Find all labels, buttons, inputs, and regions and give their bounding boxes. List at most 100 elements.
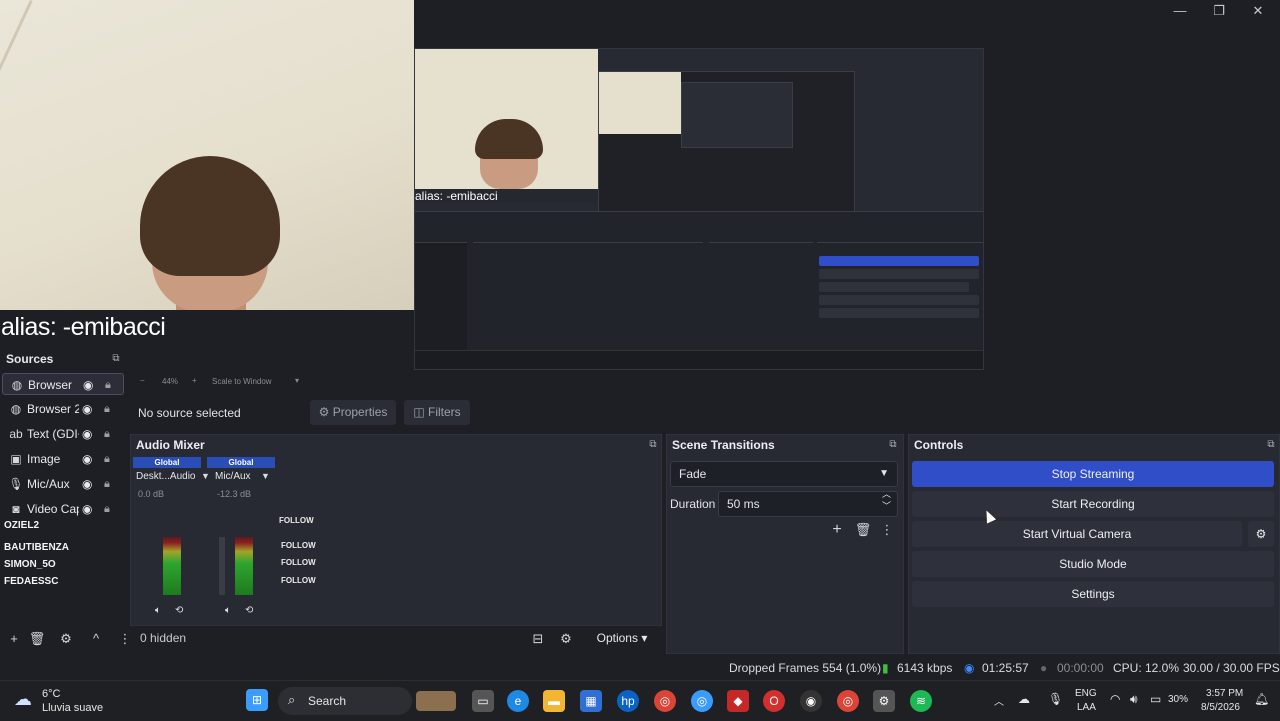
webcam-alias-text: alias: -emibacci [1, 313, 166, 341]
lock-icon[interactable]: 🔒︎ [105, 374, 119, 396]
follow-label: FOLLOW [281, 541, 316, 550]
remove-transition-button[interactable]: 🗑 [853, 521, 873, 539]
move-up-button[interactable]: ^ [86, 630, 106, 648]
studio-mode-button[interactable]: Studio Mode [912, 551, 1274, 577]
settings-button[interactable]: Settings [912, 581, 1274, 607]
eye-icon[interactable]: ◉ [82, 398, 96, 420]
spotify-icon[interactable]: ≋ [910, 690, 932, 712]
preview-alias-text: alias: -emibacci [415, 189, 598, 203]
virtual-camera-settings-gear-icon[interactable]: ⚙ [1248, 521, 1274, 547]
clock-time[interactable]: 3:57 PM [1206, 688, 1243, 699]
chevron-down-icon[interactable]: ▼ [261, 471, 270, 481]
undock-icon[interactable]: ⧉ [647, 439, 659, 451]
maximize-button[interactable]: ❐ [1200, 2, 1238, 20]
volume-slider[interactable] [219, 537, 225, 595]
duration-label: Duration [670, 497, 716, 511]
chevron-down-icon[interactable]: ▾ [295, 376, 299, 385]
start-recording-button[interactable]: Start Recording [912, 491, 1274, 517]
source-properties-button[interactable]: ⚙ [56, 630, 76, 648]
follow-label: FOLLOW [281, 576, 316, 585]
layout-icon[interactable]: ⊟ [528, 630, 548, 648]
options-button[interactable]: Options ▾ [584, 627, 660, 649]
undock-icon[interactable]: ⧉ [887, 439, 899, 451]
eye-icon[interactable]: ◉ [82, 448, 96, 470]
file-explorer-icon[interactable]: ▬ [543, 690, 565, 712]
language-secondary[interactable]: LAA [1077, 702, 1096, 713]
mic-icon[interactable]: 🎙︎ [1048, 692, 1063, 706]
volume-meter [243, 537, 253, 595]
source-item[interactable]: ▣ Image ◉ 🔒︎ [2, 448, 124, 470]
preview-nested-obs [598, 71, 855, 213]
language-primary[interactable]: ENG [1075, 688, 1097, 699]
no-source-label: No source selected [138, 406, 241, 420]
eye-icon[interactable]: ◉ [82, 473, 96, 495]
edge-icon[interactable]: e [507, 690, 529, 712]
mixer-settings-icon[interactable]: ⟲ [175, 605, 183, 616]
cloud-rain-icon[interactable]: ☁ [14, 689, 32, 710]
taskbar-search[interactable]: ⌕ Search [278, 687, 456, 715]
clock-date[interactable]: 8/5/2026 [1201, 702, 1240, 713]
eye-icon[interactable]: ◉ [83, 374, 97, 396]
task-view-icon[interactable]: ▭ [472, 690, 494, 712]
eye-icon[interactable]: ◉ [82, 423, 96, 445]
stepper-icon[interactable]: ︿ ﹀ [882, 488, 891, 512]
source-item[interactable]: ◍ Browser 2 ◉ 🔒︎ [2, 398, 124, 420]
add-transition-button[interactable]: + [827, 521, 847, 539]
speaker-icon[interactable]: 🔈︎ [155, 605, 161, 616]
globe-icon: ◍ [10, 402, 22, 416]
image-icon: ▣ [10, 452, 22, 466]
remove-source-button[interactable]: 🗑 [27, 630, 47, 648]
advanced-audio-icon[interactable]: ⚙ [556, 630, 576, 648]
program-preview[interactable]: alias: -emibacci [414, 48, 984, 370]
chrome-alt-icon[interactable]: ◎ [837, 690, 859, 712]
context-bar: No source selected [130, 398, 1280, 428]
more-options-button[interactable]: ⋮ [115, 630, 135, 648]
stop-streaming-button[interactable]: Stop Streaming [912, 461, 1274, 487]
duration-input[interactable]: 50 ms ︿ ﹀ [718, 488, 898, 517]
speaker-icon[interactable]: 🔈︎ [225, 605, 231, 616]
source-item[interactable]: ab Text (GDI+ ◉ 🔒︎ [2, 423, 124, 445]
signal-bars-icon: ▮ [882, 661, 889, 675]
zoom-value: 44% [162, 377, 179, 386]
onedrive-icon[interactable]: ☁ [1018, 692, 1030, 706]
transition-select[interactable]: Fade ▼ [670, 461, 898, 487]
chevron-up-icon[interactable]: ︿ [994, 693, 1004, 708]
start-virtual-camera-button[interactable]: Start Virtual Camera [912, 521, 1242, 547]
windows-start-icon[interactable]: ⊞ [246, 689, 268, 711]
chevron-down-icon: ▼ [879, 468, 889, 479]
battery-icon[interactable]: ▭ [1150, 692, 1161, 706]
add-source-button[interactable]: + [4, 630, 24, 648]
shield-icon[interactable]: ◆ [727, 690, 749, 712]
mixer-settings-icon[interactable]: ⟲ [245, 605, 253, 616]
scale-mode[interactable]: Scale to Window [212, 377, 272, 386]
lock-icon[interactable]: 🔒︎ [104, 473, 118, 495]
undock-icon[interactable]: ⧉ [110, 353, 122, 365]
wifi-icon[interactable]: ◠ [1110, 692, 1120, 706]
hp-icon[interactable]: hp [617, 690, 639, 712]
lock-icon[interactable]: 🔒︎ [104, 448, 118, 470]
weather-temp[interactable]: 6°C [42, 688, 60, 700]
store-icon[interactable]: ▦ [580, 690, 602, 712]
fps: 30.00 / 30.00 FPS [1183, 661, 1280, 675]
undock-icon[interactable]: ⧉ [1265, 439, 1277, 451]
opera-icon[interactable]: O [763, 690, 785, 712]
chrome-icon[interactable]: ◎ [654, 690, 676, 712]
settings-gear-icon[interactable]: ⚙ [873, 690, 895, 712]
volume-icon[interactable]: 🔊︎ [1130, 692, 1138, 707]
source-item[interactable]: ◍ Browser ◉ 🔒︎ [2, 373, 124, 395]
transition-menu-button[interactable]: ⋮ [877, 521, 897, 539]
notification-icon[interactable]: 🔔︎ [1254, 692, 1269, 706]
weather-desc[interactable]: Lluvia suave [42, 702, 103, 714]
minimize-button[interactable]: — [1161, 2, 1199, 20]
properties-button[interactable]: ⚙ Properties [310, 400, 396, 425]
obs-icon[interactable]: ◉ [800, 690, 822, 712]
source-item[interactable]: 🎙︎ Mic/Aux ◉ 🔒︎ [2, 473, 124, 495]
chevron-down-icon[interactable]: ▼ [201, 471, 210, 481]
lock-icon[interactable]: 🔒︎ [104, 423, 118, 445]
filters-button[interactable]: ◫ Filters [404, 400, 470, 425]
preview-nested-docks [415, 211, 983, 353]
chat-name: FEDAESSC [4, 576, 59, 587]
close-button[interactable]: ✕ [1239, 2, 1277, 20]
chrome-beta-icon[interactable]: ◎ [691, 690, 713, 712]
lock-icon[interactable]: 🔒︎ [104, 398, 118, 420]
